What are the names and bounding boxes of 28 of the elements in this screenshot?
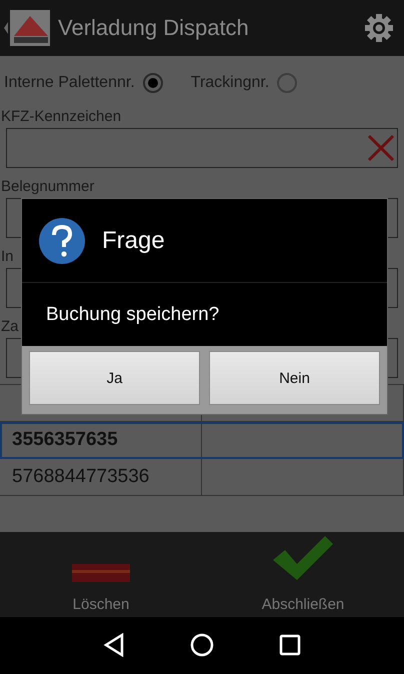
action-button[interactable]: Abschließen (202, 532, 404, 617)
recents-icon[interactable] (279, 634, 302, 656)
question-icon (38, 216, 86, 264)
table-cell: 3556357635 (0, 422, 202, 458)
dialog-button[interactable]: Nein (209, 351, 380, 405)
radio-label: Interne Palettennr. (4, 74, 135, 92)
settings-icon[interactable] (364, 12, 394, 43)
dialog-button[interactable]: Ja (29, 351, 200, 405)
home-icon[interactable] (190, 633, 214, 658)
input-field[interactable] (6, 128, 398, 168)
radio-label: Trackingnr. (190, 74, 270, 92)
action-button[interactable]: Löschen (0, 532, 202, 617)
back-icon[interactable] (102, 633, 125, 658)
table-row[interactable]: 3556357635 (0, 422, 404, 459)
logo-icon[interactable] (2, 8, 52, 48)
dialog-message: Buchung speichern? (46, 302, 220, 326)
field-label: Belegnummer (1, 176, 94, 197)
radio-button[interactable] (277, 72, 298, 93)
field-label: In (1, 246, 14, 267)
checkmark-icon (271, 534, 335, 582)
table-row[interactable]: 5768844773536 (0, 458, 404, 496)
field-label: Za (1, 316, 19, 337)
minus-icon (72, 564, 130, 582)
field-label: KFZ-Kennzeichen (1, 106, 122, 127)
radio-button[interactable] (142, 72, 163, 93)
screen-title: Verladung Dispatch (58, 14, 250, 41)
dialog-title: Frage (102, 226, 165, 254)
table-cell: 5768844773536 (0, 458, 202, 495)
